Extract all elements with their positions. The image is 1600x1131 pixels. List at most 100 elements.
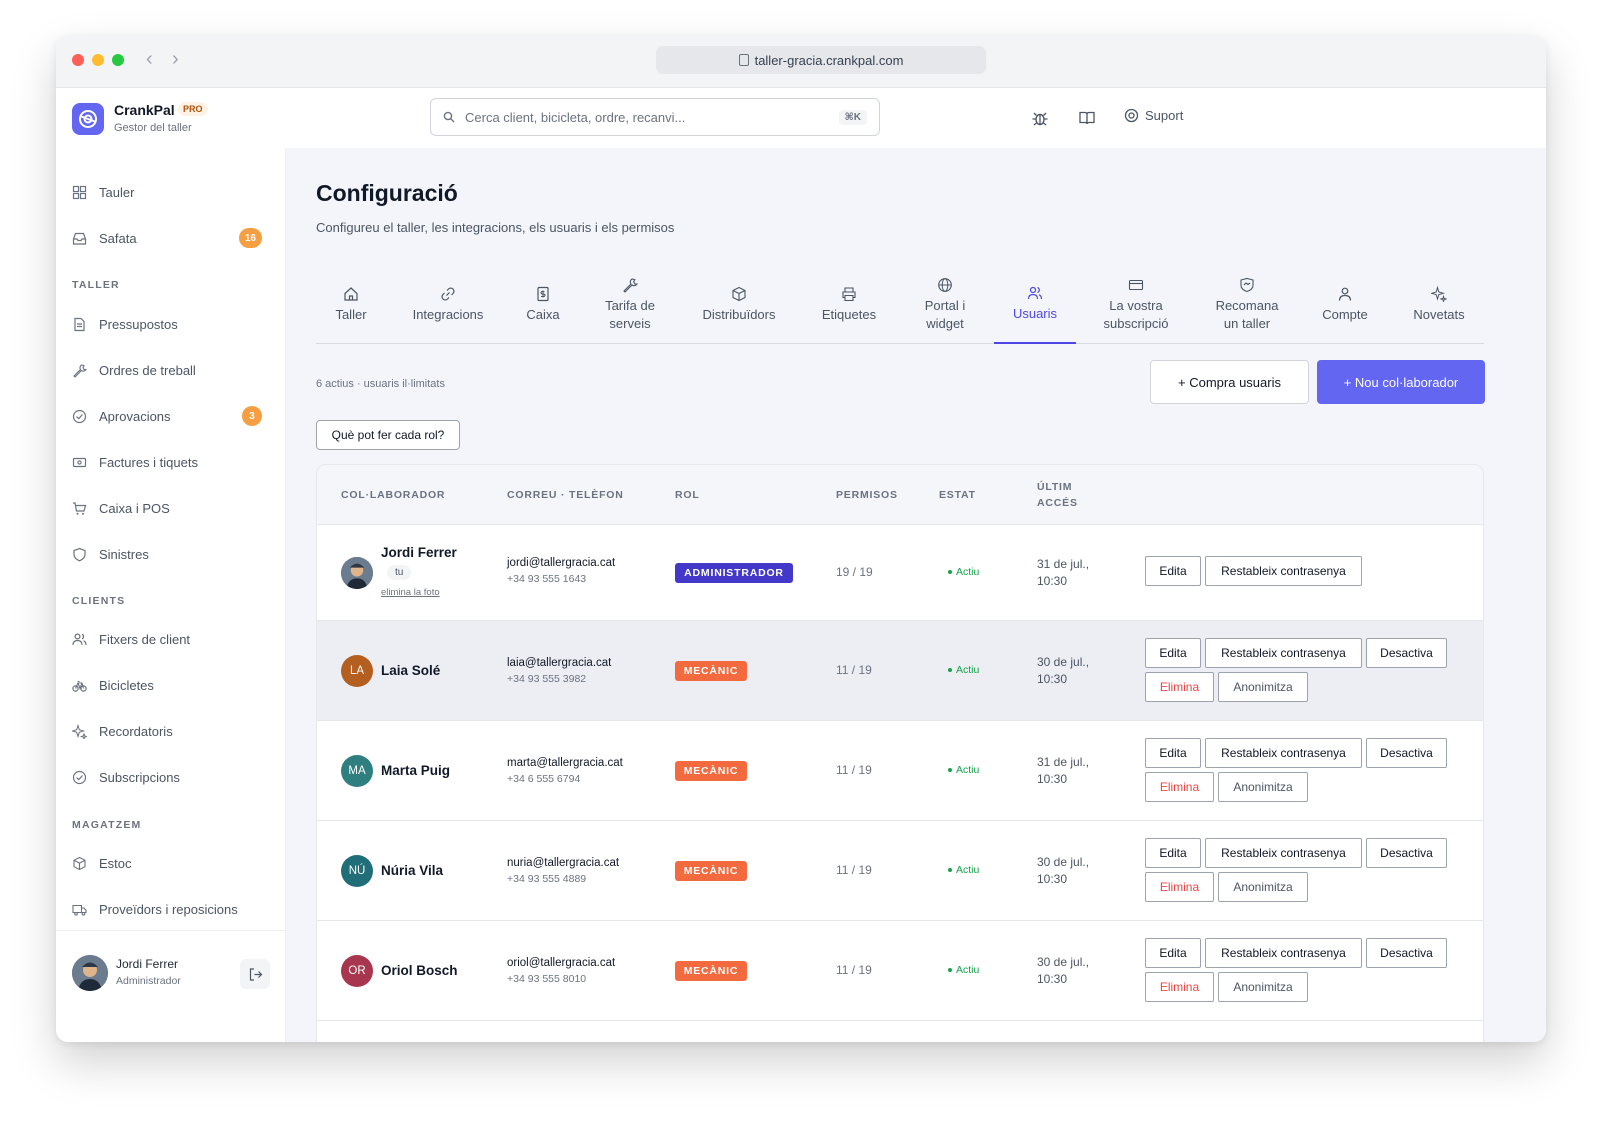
tab-caixa[interactable]: Caixa	[516, 266, 570, 344]
table-row: Jordi Ferrer tu elimina la foto jordi@ta…	[317, 525, 1483, 621]
reset-password-button[interactable]: Restableix contrasenya	[1205, 638, 1362, 668]
delete-button[interactable]: Elimina	[1145, 872, 1214, 902]
logout-icon	[249, 967, 262, 981]
column-header: COL·LABORADOR	[341, 489, 446, 501]
collaborator-name: Jordi Ferrer	[381, 545, 457, 560]
users-icon	[72, 632, 87, 645]
url-text: taller-gracia.crankpal.com	[754, 52, 904, 68]
book-icon[interactable]	[1078, 109, 1096, 127]
edit-button[interactable]: Edita	[1145, 556, 1201, 586]
sidebar-item-bicicletes[interactable]: Bicicletes	[72, 673, 262, 697]
table-row: MA Marta Puig marta@tallergracia.cat +34…	[317, 721, 1483, 821]
back-arrow-icon[interactable]: ‹	[146, 49, 153, 69]
collaborator-name: Núria Vila	[381, 863, 444, 878]
tab-recomana[interactable]: Recomana un taller	[1208, 266, 1286, 344]
email: nuria@tallergracia.cat	[507, 857, 620, 869]
new-collaborator-button[interactable]: + Nou col·laborador	[1317, 360, 1485, 404]
tab-taller[interactable]: Taller	[316, 266, 386, 344]
url-bar[interactable]: taller-gracia.crankpal.com	[656, 46, 986, 74]
deactivate-button[interactable]: Desactiva	[1366, 738, 1447, 768]
anonymize-button[interactable]: Anonimitza	[1218, 872, 1308, 902]
avatar: NÚ	[341, 855, 373, 887]
avatar	[341, 557, 373, 589]
delete-button[interactable]: Elimina	[1145, 972, 1214, 1002]
support-link[interactable]: Suport	[1124, 108, 1183, 123]
column-header: ACCÉS	[1037, 497, 1078, 509]
tab-compte[interactable]: Compte	[1314, 266, 1376, 344]
sidebar-item-recordatoris[interactable]: Recordatoris	[72, 719, 262, 743]
tab-distribuidors[interactable]: Distribuïdors	[692, 266, 786, 344]
sidebar-item-tauler[interactable]: Tauler	[72, 180, 262, 204]
sidebar-item-pressupostos[interactable]: Pressupostos	[72, 312, 262, 336]
delete-button[interactable]: Elimina	[1145, 672, 1214, 702]
anonymize-button[interactable]: Anonimitza	[1218, 772, 1308, 802]
close-window-button[interactable]	[72, 54, 84, 66]
remove-photo-link[interactable]: elimina la foto	[381, 587, 440, 598]
edit-button[interactable]: Edita	[1145, 938, 1201, 968]
tab-usuaris[interactable]: Usuaris	[994, 266, 1076, 344]
sidebar-item-label: Recordatoris	[99, 723, 173, 739]
sidebar-item-ordres[interactable]: Ordres de treball	[72, 358, 262, 382]
zoom-window-button[interactable]	[112, 54, 124, 66]
app-subtitle: Gestor del taller	[114, 122, 192, 134]
avatar[interactable]	[72, 955, 108, 991]
collaborator-name: Marta Puig	[381, 763, 451, 778]
logout-button[interactable]	[240, 959, 270, 989]
tab-integracions[interactable]: Integracions	[400, 266, 496, 344]
deactivate-button[interactable]: Desactiva	[1366, 638, 1447, 668]
tab-portal-widget[interactable]: Portal i widget	[912, 266, 978, 344]
deactivate-button[interactable]: Desactiva	[1366, 938, 1447, 968]
sidebar-item-factures[interactable]: Factures i tiquets	[72, 450, 262, 474]
sidebar-item-caixa-pos[interactable]: Caixa i POS	[72, 496, 262, 520]
collaborator-name: Laia Solé	[381, 663, 441, 678]
collaborator-name: Oriol Bosch	[381, 963, 458, 978]
sidebar-item-fitxers[interactable]: Fitxers de client	[72, 627, 262, 651]
reset-password-button[interactable]: Restableix contrasenya	[1205, 738, 1362, 768]
buy-users-button[interactable]: + Compra usuaris	[1150, 360, 1309, 404]
anonymize-button[interactable]: Anonimitza	[1218, 672, 1308, 702]
reset-password-button[interactable]: Restableix contrasenya	[1205, 938, 1362, 968]
table-row: OR Oriol Bosch oriol@tallergracia.cat +3…	[317, 921, 1483, 1021]
delete-button[interactable]: Elimina	[1145, 772, 1214, 802]
sidebar-item-safata[interactable]: Safata 16	[72, 226, 262, 250]
sidebar-item-proveidors[interactable]: Proveïdors i reposicions	[72, 897, 262, 921]
card-icon	[1128, 279, 1144, 291]
permissions-count: 11 / 19	[836, 963, 872, 977]
phone: +34 6 555 6794	[507, 773, 581, 785]
deactivate-button[interactable]: Desactiva	[1366, 838, 1447, 868]
edit-button[interactable]: Edita	[1145, 738, 1201, 768]
sidebar-item-estoc[interactable]: Estoc	[72, 851, 262, 875]
global-search[interactable]: Cerca client, bicicleta, ordre, recanvi.…	[430, 98, 880, 136]
tab-subscripcio[interactable]: La vostra subscripció	[1094, 266, 1178, 344]
roles-help-button[interactable]: Què pot fer cada rol?	[316, 420, 460, 450]
sidebar-item-aprovacions[interactable]: Aprovacions 3	[72, 404, 262, 428]
edit-button[interactable]: Edita	[1145, 638, 1201, 668]
table-row: NÚ Núria Vila nuria@tallergracia.cat +34…	[317, 821, 1483, 921]
app-header: CrankPal PRO Gestor del taller Cerca cli…	[56, 88, 1546, 148]
minimize-window-button[interactable]	[92, 54, 104, 66]
avatar: OR	[341, 955, 373, 987]
tab-novetats[interactable]: Novetats	[1404, 266, 1474, 344]
tab-etiquetes[interactable]: Etiquetes	[812, 266, 886, 344]
email: marta@tallergracia.cat	[507, 757, 623, 769]
sidebar-item-subscripcions[interactable]: Subscripcions	[72, 765, 262, 789]
forward-arrow-icon[interactable]: ›	[172, 49, 179, 69]
reset-password-button[interactable]: Restableix contrasenya	[1205, 556, 1362, 586]
table-header: COL·LABORADOR CORREU · TELÈFON ROL PERMI…	[317, 465, 1483, 525]
edit-button[interactable]: Edita	[1145, 838, 1201, 868]
reset-password-button[interactable]: Restableix contrasenya	[1205, 838, 1362, 868]
search-input[interactable]: Cerca client, bicicleta, ordre, recanvi.…	[465, 110, 685, 125]
status-badge: Actiu	[948, 566, 979, 578]
phone: +34 93 555 3982	[507, 673, 587, 685]
sidebar-item-label: Factures i tiquets	[99, 454, 198, 470]
app-name: CrankPal	[114, 102, 175, 118]
handshake-icon	[1240, 277, 1254, 293]
crankpal-logo[interactable]	[72, 103, 104, 135]
bug-icon[interactable]	[1031, 109, 1049, 127]
anonymize-button[interactable]: Anonimitza	[1218, 972, 1308, 1002]
sidebar-item-sinistres[interactable]: Sinistres	[72, 542, 262, 566]
sparkle-icon	[72, 723, 87, 739]
tab-tarifa-serveis[interactable]: Tarifa de serveis	[592, 266, 668, 344]
check-circle-icon	[72, 409, 87, 423]
cash-icon	[537, 286, 549, 302]
